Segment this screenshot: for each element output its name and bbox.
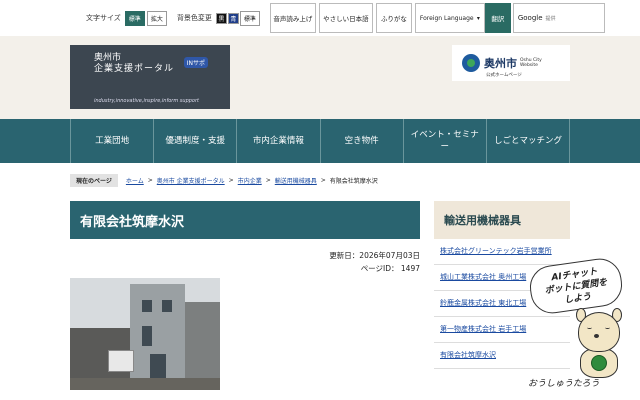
portal-title-line1: 奥州市 (94, 53, 122, 63)
language-select[interactable]: Foreign Language ▾ (414, 3, 485, 33)
google-search-input[interactable]: Google 提供 (512, 3, 605, 33)
global-nav-items: 工業団地 優遇制度・支援 市内企業情報 空き物件 イベント・セミナー しごとマッ… (70, 119, 571, 163)
photo-side-building (185, 302, 220, 379)
chatbot-line3: しよう (563, 292, 592, 306)
mascot-nose (594, 334, 599, 338)
nav-item-job-matching[interactable]: しごとマッチング (487, 119, 571, 163)
portal-badge: INサポ (183, 57, 208, 68)
page-id: ページID： 1497 (360, 264, 420, 273)
portal-logo[interactable]: 奥州市 企業支援ポータル INサポ industry,innovative,in… (70, 45, 230, 109)
photo-window (162, 300, 172, 312)
nav-item-incentives[interactable]: 優遇制度・支援 (154, 119, 238, 163)
utility-bar: 文字サイズ 標準 拡大 背景色変更 黒 青 標準 音声読み上げ やさしい日本語 … (86, 0, 640, 36)
language-select-label: Foreign Language (419, 14, 474, 22)
nav-item-industrial-parks[interactable]: 工業団地 (71, 119, 155, 163)
bg-black-button[interactable]: 黒 (215, 12, 227, 24)
city-website-logo[interactable]: 奥州市 Oshu City Website 公式ホームページ (452, 45, 570, 81)
nav-item-vacant-properties[interactable]: 空き物件 (321, 119, 404, 163)
portal-title-line2: 企業支援ポータル (94, 64, 175, 74)
breadcrumb-current-label: 現在のページ (70, 173, 118, 187)
bg-color-group: 背景色変更 黒 青 標準 (176, 10, 262, 26)
font-size-label: 文字サイズ (86, 14, 121, 22)
google-label: Google (517, 14, 543, 22)
site-header: 奥州市 企業支援ポータル INサポ industry,innovative,in… (0, 36, 640, 119)
global-nav: 工業団地 優遇制度・支援 市内企業情報 空き物件 イベント・セミナー しごとマッ… (0, 119, 640, 163)
mascot-eye (605, 326, 610, 329)
photo-window (142, 300, 152, 312)
portal-tagline: industry,innovative,inspire,inform suppo… (94, 98, 200, 104)
breadcrumb-category[interactable]: 輸送用機械器具 (275, 176, 317, 185)
photo-ground (70, 378, 220, 390)
breadcrumb-home[interactable]: ホーム (126, 176, 144, 185)
breadcrumb-separator: > (320, 176, 326, 184)
bg-standard-button[interactable]: 標準 (239, 10, 260, 26)
breadcrumb-companies[interactable]: 市内企業 (238, 176, 262, 185)
ai-chatbot-widget[interactable]: AIチャット ボットに質問を しよう おうしゅうたろう (522, 255, 640, 400)
chevron-down-icon: ▾ (476, 14, 480, 22)
font-large-button[interactable]: 拡大 (146, 10, 167, 26)
font-standard-button[interactable]: 標準 (124, 10, 145, 26)
bg-blue-button[interactable]: 青 (227, 12, 239, 24)
photo-window (142, 326, 152, 346)
google-sub-label: 提供 (545, 15, 556, 22)
company-photo (70, 278, 220, 390)
updated-date: 更新日：2026年07月03日 (329, 251, 420, 260)
city-name: 奥州市 (484, 57, 517, 70)
mascot-clover-icon (591, 355, 607, 371)
page-meta: 更新日：2026年07月03日 ページID： 1497 (250, 249, 420, 275)
mascot-eye (587, 326, 592, 329)
mascot-name: おうしゅうたろう (528, 379, 600, 389)
photo-door (150, 354, 166, 378)
translate-button[interactable]: 翻訳 (484, 3, 511, 33)
breadcrumb-portal[interactable]: 奥州市 企業支援ポータル (157, 176, 225, 185)
font-size-group: 文字サイズ 標準 拡大 (86, 10, 169, 26)
nav-item-events[interactable]: イベント・セミナー (404, 119, 487, 163)
breadcrumb-separator: > (265, 176, 271, 184)
nav-item-companies[interactable]: 市内企業情報 (237, 119, 321, 163)
sidebar-heading: 輸送用機械器具 (434, 201, 570, 239)
breadcrumb-separator: > (147, 176, 153, 184)
page-title: 有限会社筑摩水沢 (70, 201, 420, 239)
city-name-en: Oshu City Website (520, 58, 542, 68)
breadcrumb-current: 有限会社筑摩水沢 (329, 177, 378, 185)
furigana-button[interactable]: ふりがな (375, 3, 412, 33)
photo-truck (108, 350, 134, 372)
read-aloud-button[interactable]: 音声読み上げ (269, 3, 316, 33)
breadcrumb: 現在のページ ホーム > 奥州市 企業支援ポータル > 市内企業 > 輸送用機械器具 >… (70, 173, 382, 187)
mascot-head (578, 312, 620, 352)
mascot-icon (570, 308, 632, 380)
city-en-line2: Website (520, 63, 538, 68)
city-website-caption: 公式ホームページ (486, 73, 522, 78)
breadcrumb-separator: > (228, 176, 234, 184)
easy-japanese-button[interactable]: やさしい日本語 (318, 3, 373, 33)
city-emblem-icon (462, 54, 480, 72)
bg-color-label: 背景色変更 (176, 14, 212, 22)
